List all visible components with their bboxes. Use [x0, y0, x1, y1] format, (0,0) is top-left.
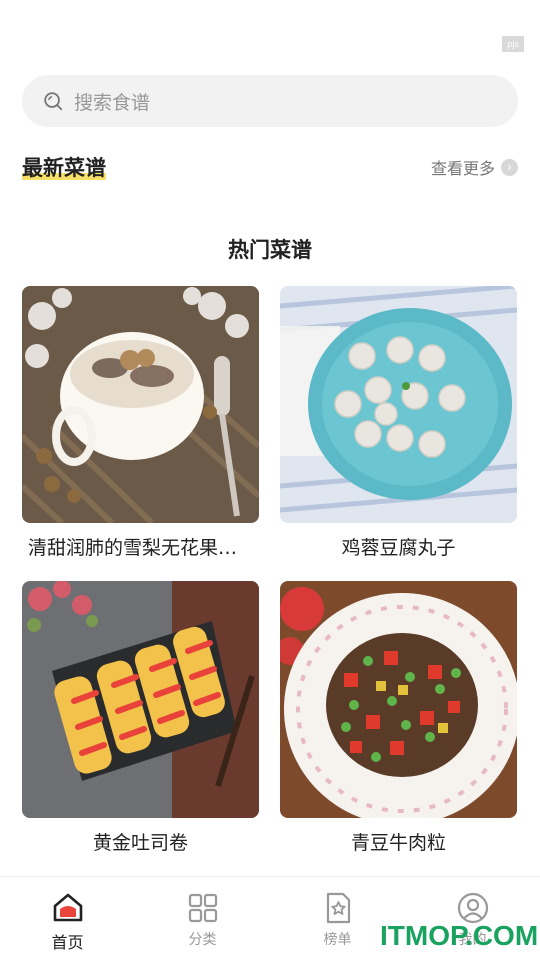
recipe-name: 青豆牛肉粒: [350, 832, 446, 854]
search-placeholder: 搜索食谱: [74, 91, 151, 114]
tab-label: 首页: [51, 933, 84, 952]
recipe-name: 清甜润肺的雪梨无花果…: [28, 537, 238, 559]
recipe-image-toast-rolls: [22, 581, 259, 818]
search-icon: [44, 92, 63, 111]
chevron-right-icon: ›: [501, 158, 518, 176]
recipe-card[interactable]: 黄金吐司卷: [22, 581, 259, 855]
tab-home[interactable]: 首页: [0, 877, 135, 960]
recipe-image-peas-beef: [280, 581, 517, 818]
site-watermark: ITMOP.COM: [380, 920, 539, 951]
recipe-name: 鸡蓉豆腐丸子: [341, 537, 456, 559]
recipe-image-pear-fig-soup: [22, 286, 259, 523]
recipe-card[interactable]: 清甜润肺的雪梨无花果…: [22, 286, 259, 560]
hot-section-title: 热门菜谱: [228, 234, 312, 264]
recipe-name: 黄金吐司卷: [92, 832, 188, 854]
tab-category[interactable]: 分类: [135, 877, 270, 960]
recipe-image-chicken-tofu-balls: [280, 286, 517, 523]
view-more-link[interactable]: 查看更多 ›: [431, 155, 518, 179]
corner-badge: pjs: [502, 36, 524, 52]
latest-section-title: 最新菜谱: [22, 152, 106, 182]
recipe-card[interactable]: 青豆牛肉粒: [280, 581, 517, 855]
view-more-label: 查看更多: [430, 159, 495, 178]
tab-label: 榜单: [323, 932, 352, 948]
star-list-icon: [326, 892, 350, 924]
home-icon: [53, 893, 82, 922]
latest-section-header: 最新菜谱 查看更多 ›: [22, 150, 518, 184]
recipe-card[interactable]: 鸡蓉豆腐丸子: [280, 286, 517, 560]
tab-label: 分类: [188, 932, 217, 948]
hot-section-header: 热门菜谱: [0, 234, 540, 264]
search-bar[interactable]: 搜索食谱: [22, 75, 518, 127]
grid-icon: [188, 893, 217, 923]
